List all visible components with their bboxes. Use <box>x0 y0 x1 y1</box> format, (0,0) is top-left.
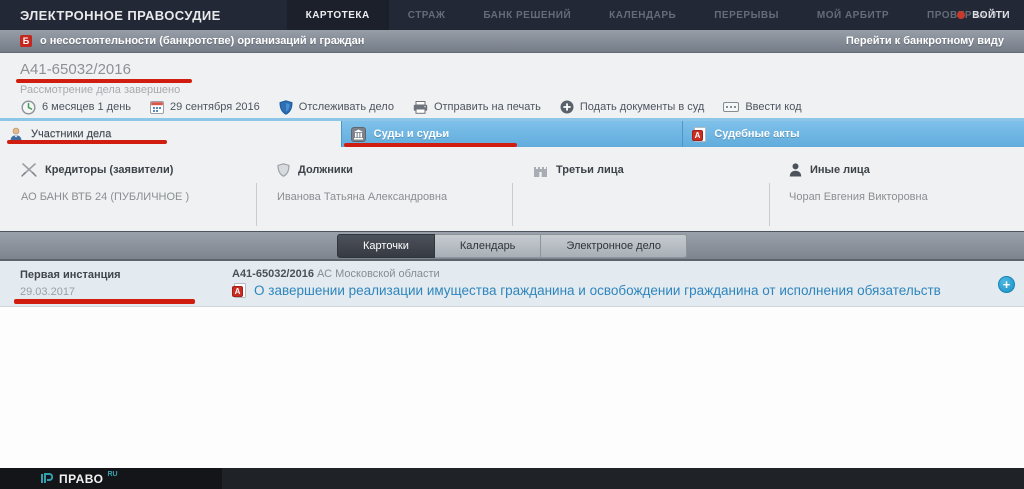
other-parties-title: Иные лица <box>810 164 870 176</box>
tab-judicial-acts-label: Судебные акты <box>714 128 799 140</box>
crossed-swords-icon <box>21 163 37 177</box>
debtor-name: Иванова Татьяна Александровна <box>277 190 502 204</box>
view-switcher-bar: Карточки Календарь Электронное дело <box>0 231 1024 261</box>
nav-item-strazh[interactable]: СТРАЖ <box>389 0 465 30</box>
watch-case-button[interactable]: Отслеживать дело <box>279 100 394 115</box>
red-underline-annotation-courts-tab <box>344 143 517 147</box>
nav-item-kartoteka[interactable]: КАРТОТЕКА <box>287 0 389 30</box>
third-parties-title: Третьи лица <box>556 164 624 176</box>
other-parties-column: Иные лица Чорап Евгения Викторовна <box>768 155 1024 228</box>
third-parties-column: Третьи лица <box>512 155 768 228</box>
creditors-column: Кредиторы (заявители) АО БАНК ВТБ 24 (ПУ… <box>0 155 256 228</box>
case-type-bar: Б о несостоятельности (банкротстве) орга… <box>0 30 1024 53</box>
clock-icon <box>21 100 36 115</box>
calendar-icon <box>150 100 164 114</box>
nav-item-kalendar[interactable]: КАЛЕНДАРЬ <box>590 0 695 30</box>
case-duration-label: 6 месяцев 1 день <box>42 101 131 113</box>
pdf-icon: A <box>232 283 246 298</box>
column-divider <box>769 183 770 226</box>
nav-item-moy-arbitr[interactable]: МОЙ АРБИТР <box>798 0 908 30</box>
instance-court: АС Московской области <box>317 268 440 280</box>
creditors-header: Кредиторы (заявители) <box>21 161 246 179</box>
case-type-title: о несостоятельности (банкротстве) органи… <box>40 35 364 47</box>
svg-text:A: A <box>235 287 241 296</box>
creditors-title: Кредиторы (заявители) <box>45 164 173 176</box>
footer-logo-suffix: RU <box>107 471 117 478</box>
castle-icon <box>533 164 548 177</box>
document-link[interactable]: О завершении реализации имущества гражда… <box>254 283 941 298</box>
case-start-date: 29 сентября 2016 <box>150 100 260 114</box>
brand-title: ЭЛЕКТРОННОЕ ПРАВОСУДИЕ <box>0 0 287 30</box>
other-parties-header: Иные лица <box>789 161 1014 179</box>
content-lower-area <box>0 306 1024 468</box>
pdf-icon: A <box>692 127 706 142</box>
tab-participants-label: Участники дела <box>31 128 111 140</box>
file-documents-button[interactable]: Подать документы в суд <box>560 100 704 114</box>
footer-bar: ПРАВО RU <box>0 468 1024 489</box>
creditor-name: АО БАНК ВТБ 24 (ПУБЛИЧНОЕ ) <box>21 190 246 204</box>
case-start-date-label: 29 сентября 2016 <box>170 101 260 113</box>
expand-instance-button[interactable]: + <box>998 276 1015 293</box>
login-status-dot-icon <box>957 11 965 19</box>
pravo-logo-icon <box>40 472 53 485</box>
court-building-icon <box>351 127 366 142</box>
pravo-logo-link[interactable]: ПРАВО RU <box>0 468 222 489</box>
instance-case-line: А41-65032/2016 АС Московской области <box>232 268 440 280</box>
column-divider <box>512 183 513 226</box>
top-navigation-bar: ЭЛЕКТРОННОЕ ПРАВОСУДИЕ КАРТОТЕКА СТРАЖ Б… <box>0 0 1024 30</box>
third-parties-header: Третьи лица <box>533 161 758 179</box>
view-cards-button[interactable]: Карточки <box>337 234 435 258</box>
shield-icon <box>279 100 293 115</box>
case-duration: 6 месяцев 1 день <box>21 100 131 115</box>
instance-date: 29.03.2017 <box>20 286 75 298</box>
plus-circle-icon <box>560 100 574 114</box>
enter-code-label: Ввести код <box>745 101 801 113</box>
person-silhouette-icon <box>789 163 802 177</box>
footer-logo-text: ПРАВО <box>59 472 103 486</box>
debtors-column: Должники Иванова Татьяна Александровна <box>256 155 512 228</box>
red-underline-annotation-case-number <box>16 79 192 83</box>
login-button[interactable]: ВОЙТИ <box>957 0 1010 30</box>
instance-name: Первая инстанция <box>20 269 121 281</box>
tab-judicial-acts[interactable]: A Судебные акты <box>682 121 1024 147</box>
main-nav: КАРТОТЕКА СТРАЖ БАНК РЕШЕНИЙ КАЛЕНДАРЬ П… <box>287 0 1024 30</box>
printer-icon <box>413 101 428 114</box>
instance-case-number: А41-65032/2016 <box>232 268 314 280</box>
enter-code-button[interactable]: Ввести код <box>723 101 801 113</box>
case-status-text: Рассмотрение дела завершено <box>20 84 180 96</box>
red-underline-annotation-date <box>14 299 195 304</box>
column-divider <box>256 183 257 226</box>
print-label: Отправить на печать <box>434 101 541 113</box>
red-underline-annotation-participants-tab <box>7 140 167 144</box>
nav-item-bank-resheniy[interactable]: БАНК РЕШЕНИЙ <box>464 0 590 30</box>
nav-item-pereryvy[interactable]: ПЕРЕРЫВЫ <box>695 0 798 30</box>
view-switcher: Карточки Календарь Электронное дело <box>337 234 687 258</box>
login-label: ВОЙТИ <box>972 10 1010 21</box>
view-calendar-button[interactable]: Календарь <box>435 234 542 258</box>
view-electronic-case-button[interactable]: Электронное дело <box>541 234 687 258</box>
svg-text:A: A <box>695 131 701 140</box>
other-party-name: Чорап Евгения Викторовна <box>789 190 1014 204</box>
debtors-title: Должники <box>298 164 353 176</box>
document-row[interactable]: A О завершении реализации имущества граж… <box>232 283 941 298</box>
case-type-group: Б о несостоятельности (банкротстве) орга… <box>20 35 364 47</box>
case-number-heading: А41-65032/2016 <box>20 61 131 78</box>
shield-outline-icon <box>277 163 290 177</box>
app-root: ЭЛЕКТРОННОЕ ПРАВОСУДИЕ КАРТОТЕКА СТРАЖ Б… <box>0 0 1024 489</box>
watch-case-label: Отслеживать дело <box>299 101 394 113</box>
file-documents-label: Подать документы в суд <box>580 101 704 113</box>
tab-courts-judges-label: Суды и судьи <box>374 128 450 140</box>
case-toolbar: 6 месяцев 1 день 29 сентября 2016 Отслеж… <box>21 97 802 117</box>
keyboard-icon <box>723 102 739 112</box>
bankruptcy-badge-icon: Б <box>20 35 32 47</box>
switch-to-bankruptcy-view-link[interactable]: Перейти к банкротному виду <box>846 35 1004 47</box>
debtors-header: Должники <box>277 161 502 179</box>
print-button[interactable]: Отправить на печать <box>413 101 541 114</box>
